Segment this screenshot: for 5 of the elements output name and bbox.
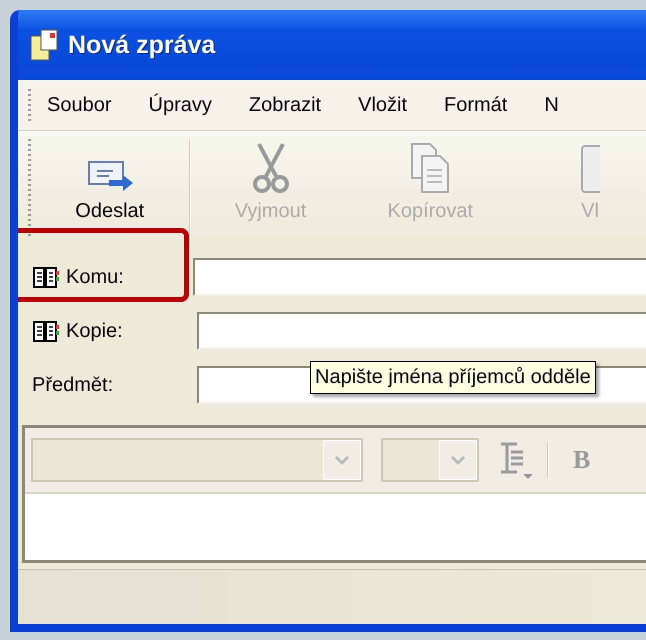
- field-label: Předmět:: [32, 374, 114, 396]
- field-label: Komu:: [66, 266, 124, 288]
- field-label: Kopie:: [66, 320, 123, 342]
- tooltip: Napište jména příjemců odděle: [310, 361, 596, 394]
- window-title: Nová zpráva: [68, 30, 216, 60]
